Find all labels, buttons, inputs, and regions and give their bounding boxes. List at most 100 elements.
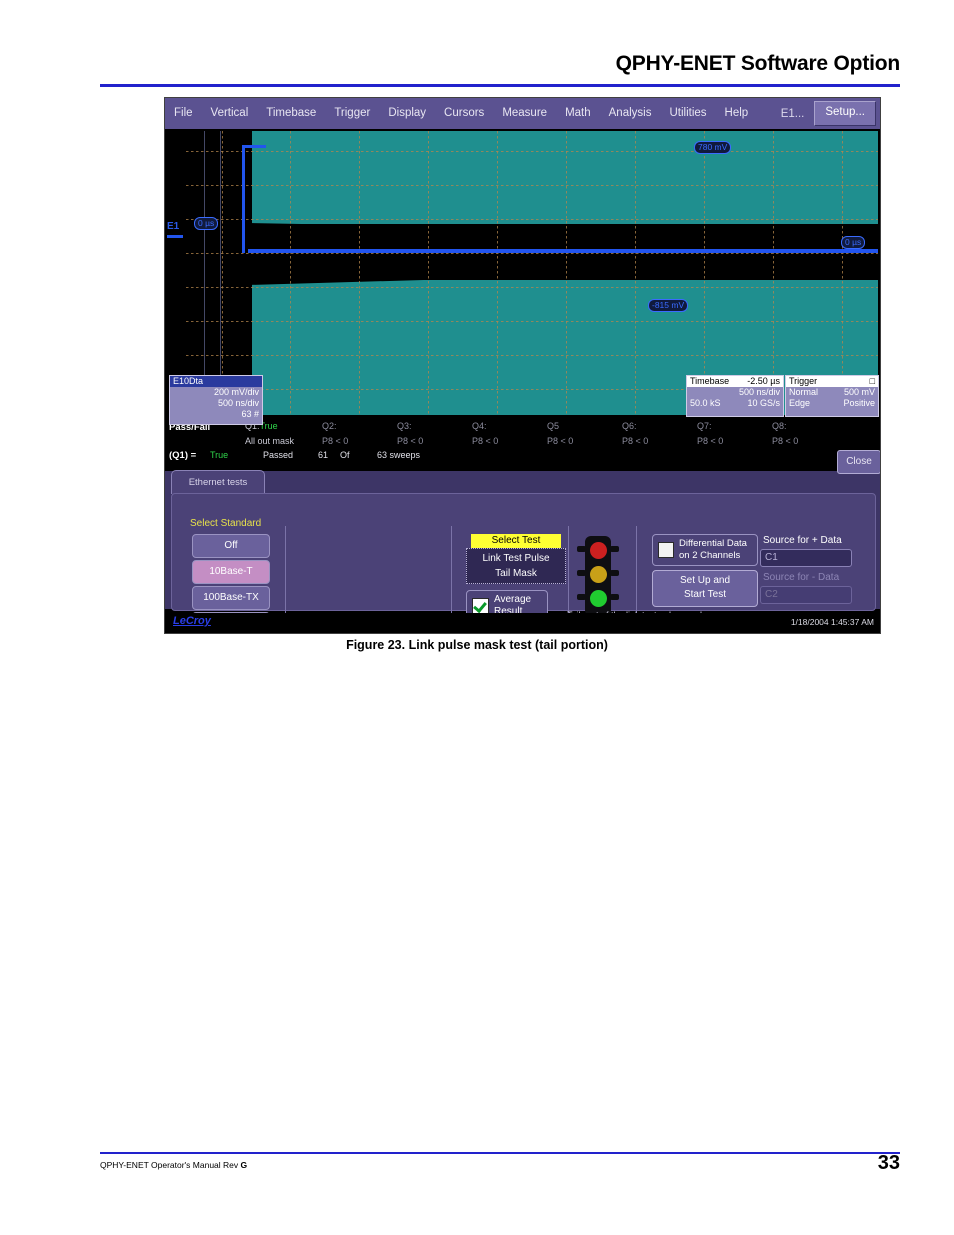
lecroy-logo[interactable]: LeCroy [173, 615, 211, 627]
source-minus-input: C2 [760, 586, 852, 604]
traffic-light-amber-lamp [590, 566, 607, 583]
oscilloscope-screenshot: File Vertical Timebase Trigger Display C… [164, 97, 881, 634]
passfail-column-q7: Q7: P8 < 0 [697, 421, 723, 446]
menu-item-help[interactable]: Help [716, 98, 758, 129]
figure-caption: Figure 23. Link pulse mask test (tail po… [346, 638, 608, 652]
timebase-descriptor-box[interactable]: Timebase -2.50 µs 500 ns/div 50.0 kS 10 … [686, 375, 784, 417]
passfail-passed-count: 61 [318, 450, 329, 460]
marker-upper-mask-level[interactable]: 780 mV [694, 141, 732, 154]
menu-item-file[interactable]: File [165, 98, 202, 129]
passfail-column-q6: Q6: P8 < 0 [622, 421, 648, 446]
menu-channel-label[interactable]: E1... [771, 108, 815, 120]
channel-descriptor-name: E10Dta [170, 376, 262, 387]
start-button-line2: Start Test [683, 589, 727, 600]
passfail-result-value: True [210, 450, 228, 460]
description-line-3: You need Twisted Pair model and three lo… [567, 633, 867, 634]
grid-vline [290, 131, 291, 415]
footer-manual-label: QPHY-ENET Operator's Manual Rev G [100, 1160, 247, 1170]
channel-descriptor-volts: 200 mV/div [213, 387, 259, 397]
passfail-q-label: Q3: [397, 421, 412, 431]
menu-item-vertical[interactable]: Vertical [202, 98, 258, 129]
traffic-light-visor [577, 594, 586, 600]
passfail-q-label: Q7: [697, 421, 712, 431]
status-bar: LeCroy 1/18/2004 1:45:37 AM [165, 613, 880, 633]
trigger-mode: Normal [789, 387, 819, 397]
page-title: QPHY-ENET Software Option [615, 52, 901, 75]
channel-descriptor-sweeps: 63 # [241, 409, 259, 419]
timebase-sample-rate: 10 GS/s [747, 398, 780, 408]
passfail-column-q8: Q8: P8 < 0 [772, 421, 798, 446]
timebase-title: Timebase [690, 376, 730, 386]
standard-button-off[interactable]: Off [192, 534, 270, 558]
mask-gap-taper [248, 223, 878, 285]
differential-data-checkbox[interactable]: Differential Data on 2 Channels [652, 534, 758, 566]
trigger-descriptor-box[interactable]: Trigger □ Normal 500 mV Edge Positive [785, 375, 879, 417]
differential-line1: Differential Data [679, 538, 747, 549]
checkbox-icon [658, 542, 674, 558]
waveform-trace [248, 249, 878, 253]
source-minus-label: Source for - Data [763, 572, 840, 583]
passfail-column-q2: Q2: P8 < 0 [322, 421, 348, 446]
grid-vline [635, 131, 636, 415]
timebase-delay: -2.50 µs [747, 376, 780, 386]
menu-item-utilities[interactable]: Utilities [660, 98, 715, 129]
grid-vline-major [204, 131, 205, 415]
setup-and-start-test-button[interactable]: Set Up and Start Test [652, 570, 758, 607]
grid-vline-major [220, 131, 221, 415]
passfail-q-label: Q4: [472, 421, 487, 431]
passfail-q-condition: P8 < 0 [472, 436, 499, 446]
timebase-header: Timebase -2.50 µs [687, 376, 783, 387]
average-result-line1: Average [494, 594, 532, 605]
passfail-q-condition: P8 < 0 [697, 436, 724, 446]
menu-item-trigger[interactable]: Trigger [325, 98, 379, 129]
graticule: 780 mV -815 mV 0 µs 0 µs [186, 131, 878, 415]
standard-button-10base-t[interactable]: 10Base-T [192, 560, 270, 584]
selected-test-field[interactable]: Link Test Pulse Tail Mask [466, 548, 566, 584]
passfail-result-true: True [210, 450, 229, 460]
marker-lower-mask-level[interactable]: -815 mV [648, 299, 689, 312]
marker-left-time-cursor[interactable]: 0 µs [194, 217, 219, 230]
trigger-level: 500 mV [843, 387, 875, 397]
grid-vline [428, 131, 429, 415]
dialog-body: Select Standard Off 10Base-T 100Base-TX … [171, 493, 876, 633]
page-number: 33 [877, 1152, 900, 1174]
passfail-column-q4: Q4: P8 < 0 [472, 421, 498, 446]
select-test-label: Select Test [471, 534, 561, 548]
start-button-line1: Set Up and [679, 575, 731, 586]
passfail-q-label: Q2: [322, 421, 337, 431]
traffic-light-red-lamp [590, 542, 607, 559]
trigger-slope: Positive [843, 398, 875, 408]
channel-descriptor-box[interactable]: E10Dta 200 mV/div 500 ns/div 63 # [169, 375, 263, 425]
menu-bar: File Vertical Timebase Trigger Display C… [165, 98, 880, 129]
menu-item-analysis[interactable]: Analysis [600, 98, 661, 129]
channel-label-e1: E1 [167, 221, 180, 232]
passfail-q-condition: P8 < 0 [547, 436, 574, 446]
traffic-light-visor [610, 594, 619, 600]
waveform-display[interactable]: 780 mV -815 mV 0 µs 0 µs E1 [165, 129, 880, 417]
menu-item-measure[interactable]: Measure [493, 98, 556, 129]
document-header: QPHY-ENET Software Option [100, 52, 901, 76]
setup-button[interactable]: Setup... [814, 101, 876, 126]
menu-item-cursors[interactable]: Cursors [435, 98, 493, 129]
standard-button-100base-tx[interactable]: 100Base-TX [192, 586, 270, 610]
marker-right-time-cursor[interactable]: 0 µs [841, 236, 866, 249]
traffic-light-visor [610, 546, 619, 552]
trigger-title: Trigger [789, 376, 818, 386]
selected-test-line1: Link Test Pulse [482, 553, 550, 564]
traffic-light-indicator [577, 536, 619, 616]
footer-rule [100, 1152, 900, 1154]
channel-ground-marker[interactable] [167, 235, 183, 238]
traffic-light-visor [577, 546, 586, 552]
selected-test-line2: Tail Mask [495, 568, 537, 579]
tab-ethernet-tests[interactable]: Ethernet tests [171, 470, 265, 494]
waveform-trace-top [242, 145, 266, 148]
menu-item-display[interactable]: Display [379, 98, 435, 129]
checkmark-icon [472, 597, 489, 615]
close-button[interactable]: Close [837, 450, 880, 474]
header-rule [100, 84, 900, 87]
menu-item-math[interactable]: Math [556, 98, 600, 129]
passfail-of-word: Of [340, 450, 350, 460]
source-plus-input[interactable]: C1 [760, 549, 852, 567]
menu-item-timebase[interactable]: Timebase [257, 98, 325, 129]
document-page: QPHY-ENET Software Option File Vertical … [0, 0, 954, 1235]
